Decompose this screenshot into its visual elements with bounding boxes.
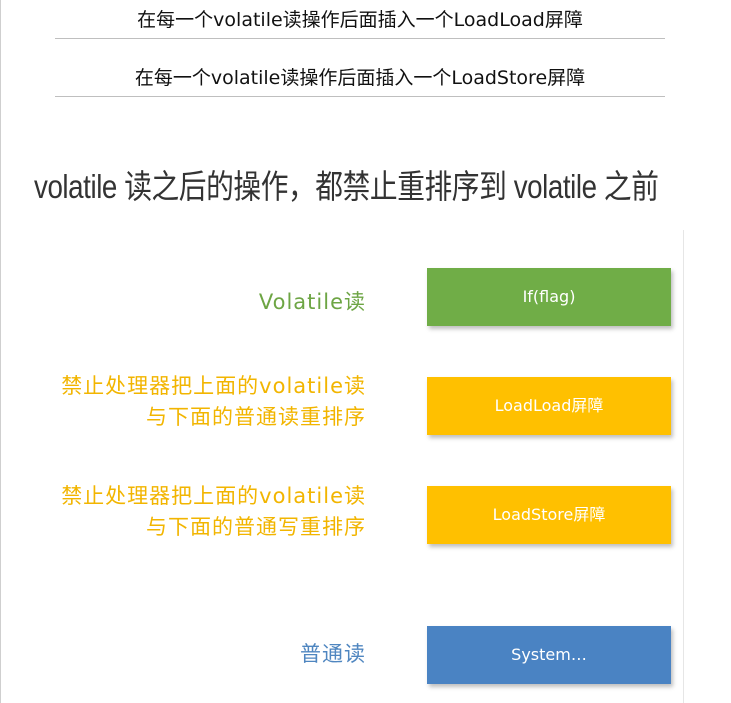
label-line: Volatile读 [258, 290, 366, 314]
box-loadload-barrier: LoadLoad屏障 [427, 377, 671, 435]
label-line: 与下面的普通读重排序 [146, 405, 366, 429]
diagram-heading: volatile 读之后的操作，都禁止重排序到 volatile 之前 [34, 168, 659, 205]
note-loadload: 在每一个volatile读操作后面插入一个LoadLoad屏障 [55, 4, 665, 39]
label-line: 普通读 [300, 642, 366, 666]
label-normal-read: 普通读 [300, 639, 366, 670]
note-loadstore: 在每一个volatile读操作后面插入一个LoadStore屏障 [55, 62, 665, 97]
label-line: 禁止处理器把上面的volatile读 [61, 374, 366, 398]
box-if-flag: If(flag) [427, 268, 671, 326]
label-line: 禁止处理器把上面的volatile读 [61, 484, 366, 508]
label-line: 与下面的普通写重排序 [146, 515, 366, 539]
label-volatile-read: Volatile读 [259, 287, 366, 318]
left-border [0, 0, 1, 703]
label-loadload-desc: 禁止处理器把上面的volatile读 与下面的普通读重排序 [61, 371, 366, 433]
label-loadstore-desc: 禁止处理器把上面的volatile读 与下面的普通写重排序 [61, 481, 366, 543]
box-system: System… [427, 626, 671, 684]
right-border [683, 230, 684, 703]
box-loadstore-barrier: LoadStore屏障 [427, 486, 671, 544]
